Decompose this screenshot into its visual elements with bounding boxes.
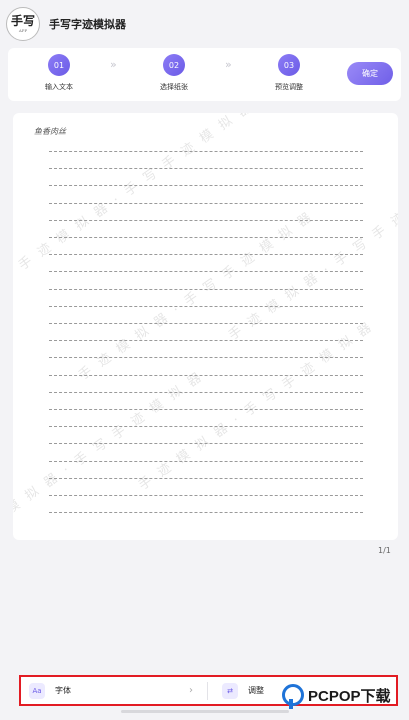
paper-line <box>49 305 363 307</box>
chevron-right-icon: › <box>189 685 193 696</box>
page-counter: 1/1 <box>378 546 391 555</box>
paper-line <box>49 288 363 290</box>
paper-line <box>49 237 363 238</box>
steps-card: 01 输入文本 » 02 选择纸张 » 03 预览调整 确定 <box>8 48 401 101</box>
paper-line <box>49 409 363 410</box>
step-label: 预览调整 <box>275 83 303 91</box>
font-tool-button[interactable]: Aa 字体 › <box>21 677 207 704</box>
paper-line <box>49 168 363 170</box>
paper-preview[interactable]: 手迹模拟器·手写手迹模拟器 手迹模拟器·手写手迹模拟器 手迹模拟器·手写手迹模拟… <box>13 113 398 540</box>
handwriting-sample: 鱼香肉丝 <box>34 127 66 136</box>
paper-line <box>49 357 363 359</box>
paper-line <box>49 151 363 152</box>
watermark-text: 手迹模拟器·手写手迹模拟器 <box>16 113 263 274</box>
paper-line <box>49 374 363 376</box>
paper-line <box>49 340 363 342</box>
step-select-paper[interactable]: 02 选择纸张 <box>134 54 214 92</box>
font-tool-label: 字体 <box>55 686 71 695</box>
paper-line <box>49 202 363 204</box>
paper-line <box>49 477 363 479</box>
paper-line <box>49 443 363 445</box>
logo-sub-text: APP <box>18 27 28 33</box>
paper-line <box>49 185 363 187</box>
pcpop-brand: PCPOP下载 <box>282 684 391 709</box>
app-logo: 手写 APP <box>6 7 40 41</box>
paper-line <box>49 391 363 393</box>
paper-line <box>49 426 363 428</box>
step-preview-adjust[interactable]: 03 预览调整 <box>249 54 329 92</box>
home-indicator <box>121 710 289 713</box>
paper-line <box>49 254 363 256</box>
step-label: 输入文本 <box>45 83 73 91</box>
pcpop-logo-icon <box>282 684 304 709</box>
step-input-text[interactable]: 01 输入文本 <box>19 54 99 92</box>
step-separator-icon: » <box>110 58 117 71</box>
paper-line <box>49 271 363 273</box>
paper-line <box>49 323 363 324</box>
paper-line <box>49 495 363 496</box>
paper-line <box>49 512 363 514</box>
font-icon: Aa <box>29 682 45 699</box>
step-number: 03 <box>278 54 300 76</box>
adjust-tool-label: 调整 <box>248 686 264 695</box>
logo-main-text: 手写 <box>10 13 35 28</box>
confirm-button[interactable]: 确定 <box>347 62 393 85</box>
app-header: 手写 APP 手写字迹模拟器 <box>0 0 409 48</box>
step-label: 选择纸张 <box>160 83 188 91</box>
paper-line <box>49 460 363 462</box>
app-title: 手写字迹模拟器 <box>49 18 126 31</box>
paper-line <box>49 219 363 221</box>
step-number: 02 <box>163 54 185 76</box>
step-separator-icon: » <box>225 58 232 71</box>
step-number: 01 <box>48 54 70 76</box>
adjust-icon: ⇄ <box>222 682 238 699</box>
pcpop-brand-text: PCPOP下载 <box>308 687 391 705</box>
